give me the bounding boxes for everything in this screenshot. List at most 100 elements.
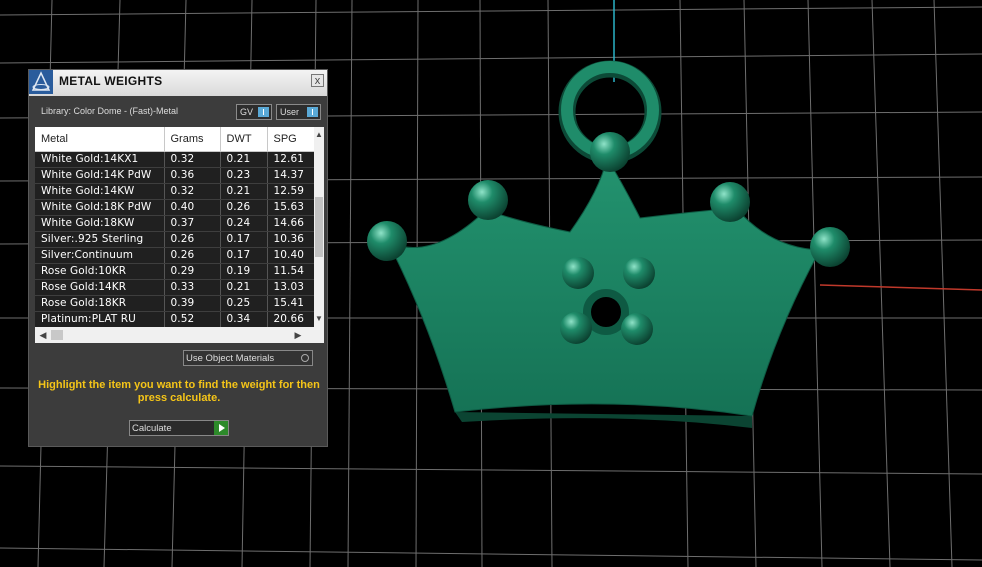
metal-cell: Silver:Continuum (35, 247, 165, 264)
column-header-dwt[interactable]: DWT (220, 127, 268, 152)
crown-base-edge (455, 412, 752, 428)
metal-cell: White Gold:14KW (35, 183, 165, 200)
app-logo-icon (29, 70, 53, 94)
table-row[interactable]: White Gold:18K PdW 0.40 0.26 15.63 (35, 199, 315, 216)
column-header-grams[interactable]: Grams (164, 127, 221, 152)
table-row[interactable]: White Gold:14K PdW 0.36 0.23 14.37 (35, 167, 315, 184)
calculate-label: Calculate (132, 423, 172, 434)
column-header-metal[interactable]: Metal (35, 127, 165, 152)
vertical-scrollbar[interactable]: ▲ ▼ (314, 127, 324, 327)
dwt-cell: 0.17 (220, 231, 268, 248)
scroll-left-icon[interactable]: ◀ (37, 329, 49, 341)
use-object-materials-toggle[interactable]: Use Object Materials (183, 350, 313, 366)
dwt-cell: 0.21 (220, 151, 268, 168)
crown-ball (468, 180, 508, 220)
panel-title: METAL WEIGHTS (59, 74, 163, 88)
grams-cell: 0.26 (164, 231, 221, 248)
library-label: Library: Color Dome - (Fast)-Metal (41, 106, 179, 116)
grams-cell: 0.52 (164, 311, 221, 328)
spg-cell: 20.66 (267, 311, 315, 328)
dwt-cell: 0.21 (220, 279, 268, 296)
spg-cell: 12.59 (267, 183, 315, 200)
table-row[interactable]: Platinum:PLAT RU 0.52 0.34 20.66 (35, 311, 315, 328)
metal-cell: Platinum:PLAT RU (35, 311, 165, 328)
spg-cell: 14.66 (267, 215, 315, 232)
spg-cell: 10.36 (267, 231, 315, 248)
crown-ball (621, 313, 653, 345)
x-axis-line (819, 284, 982, 291)
play-icon (214, 421, 228, 435)
grams-cell: 0.39 (164, 295, 221, 312)
scroll-up-icon[interactable]: ▲ (314, 129, 324, 141)
grams-cell: 0.33 (164, 279, 221, 296)
gv-toggle[interactable]: GV (236, 104, 272, 120)
toggle-switch-icon (307, 107, 318, 117)
crown-ball (562, 257, 594, 289)
column-header-spg[interactable]: SPG (267, 127, 315, 152)
spg-cell: 15.63 (267, 199, 315, 216)
spg-cell: 15.41 (267, 295, 315, 312)
dwt-cell: 0.24 (220, 215, 268, 232)
metal-cell: White Gold:14KX1 (35, 151, 165, 168)
table-row[interactable]: Rose Gold:18KR 0.39 0.25 15.41 (35, 295, 315, 312)
table-row[interactable]: White Gold:14KW 0.32 0.21 12.59 (35, 183, 315, 200)
table-row[interactable]: Rose Gold:10KR 0.29 0.19 11.54 (35, 263, 315, 280)
crown-center-hole (583, 289, 629, 335)
radio-icon (301, 354, 309, 362)
table-header-row: Metal Grams DWT SPG (35, 127, 315, 152)
table-row[interactable]: White Gold:18KW 0.37 0.24 14.66 (35, 215, 315, 232)
use-object-materials-label: Use Object Materials (186, 353, 275, 364)
grams-cell: 0.36 (164, 167, 221, 184)
metal-weights-panel: METAL WEIGHTS x Library: Color Dome - (F… (28, 69, 328, 447)
gv-toggle-label: GV (240, 107, 254, 117)
grams-cell: 0.32 (164, 183, 221, 200)
user-toggle[interactable]: User (276, 104, 321, 120)
scroll-down-icon[interactable]: ▼ (314, 313, 324, 325)
table-row[interactable]: Silver:Continuum 0.26 0.17 10.40 (35, 247, 315, 264)
grams-cell: 0.29 (164, 263, 221, 280)
metal-cell: White Gold:14K PdW (35, 167, 165, 184)
grams-cell: 0.40 (164, 199, 221, 216)
horizontal-scrollbar[interactable]: ◀ ▶ (35, 327, 324, 343)
dwt-cell: 0.19 (220, 263, 268, 280)
metal-cell: Silver:.925 Sterling (35, 231, 165, 248)
metal-cell: Rose Gold:10KR (35, 263, 165, 280)
crown-ball (810, 227, 850, 267)
metal-weights-table: Metal Grams DWT SPG White Gold:14KX1 0.32… (35, 127, 324, 343)
crown-ball (710, 182, 750, 222)
crown-ball (560, 312, 592, 344)
crown-ball (367, 221, 407, 261)
scroll-right-icon[interactable]: ▶ (292, 329, 304, 341)
dwt-cell: 0.21 (220, 183, 268, 200)
crown-body (386, 156, 821, 417)
table-row[interactable]: White Gold:14KX1 0.32 0.21 12.61 (35, 151, 315, 168)
crown-pendant-model[interactable] (367, 60, 850, 428)
panel-titlebar[interactable]: METAL WEIGHTS x (29, 70, 327, 96)
toggle-switch-icon (258, 107, 269, 117)
table-row[interactable]: Silver:.925 Sterling 0.26 0.17 10.36 (35, 231, 315, 248)
close-icon[interactable]: x (311, 74, 324, 87)
calculate-button[interactable]: Calculate (129, 420, 229, 436)
dwt-cell: 0.26 (220, 199, 268, 216)
grams-cell: 0.32 (164, 151, 221, 168)
spg-cell: 13.03 (267, 279, 315, 296)
dwt-cell: 0.17 (220, 247, 268, 264)
spg-cell: 14.37 (267, 167, 315, 184)
crown-ball (623, 257, 655, 289)
crown-ball (590, 132, 630, 172)
table-row[interactable]: Rose Gold:14KR 0.33 0.21 13.03 (35, 279, 315, 296)
scroll-thumb[interactable] (315, 197, 323, 257)
metal-cell: Rose Gold:14KR (35, 279, 165, 296)
spg-cell: 12.61 (267, 151, 315, 168)
scroll-thumb[interactable] (51, 330, 63, 340)
metal-cell: Rose Gold:18KR (35, 295, 165, 312)
dwt-cell: 0.34 (220, 311, 268, 328)
metal-cell: White Gold:18KW (35, 215, 165, 232)
dwt-cell: 0.25 (220, 295, 268, 312)
grams-cell: 0.37 (164, 215, 221, 232)
spg-cell: 10.40 (267, 247, 315, 264)
user-toggle-label: User (280, 107, 300, 117)
instruction-text: Highlight the item you want to find the … (38, 379, 320, 404)
metal-cell: White Gold:18K PdW (35, 199, 165, 216)
grams-cell: 0.26 (164, 247, 221, 264)
